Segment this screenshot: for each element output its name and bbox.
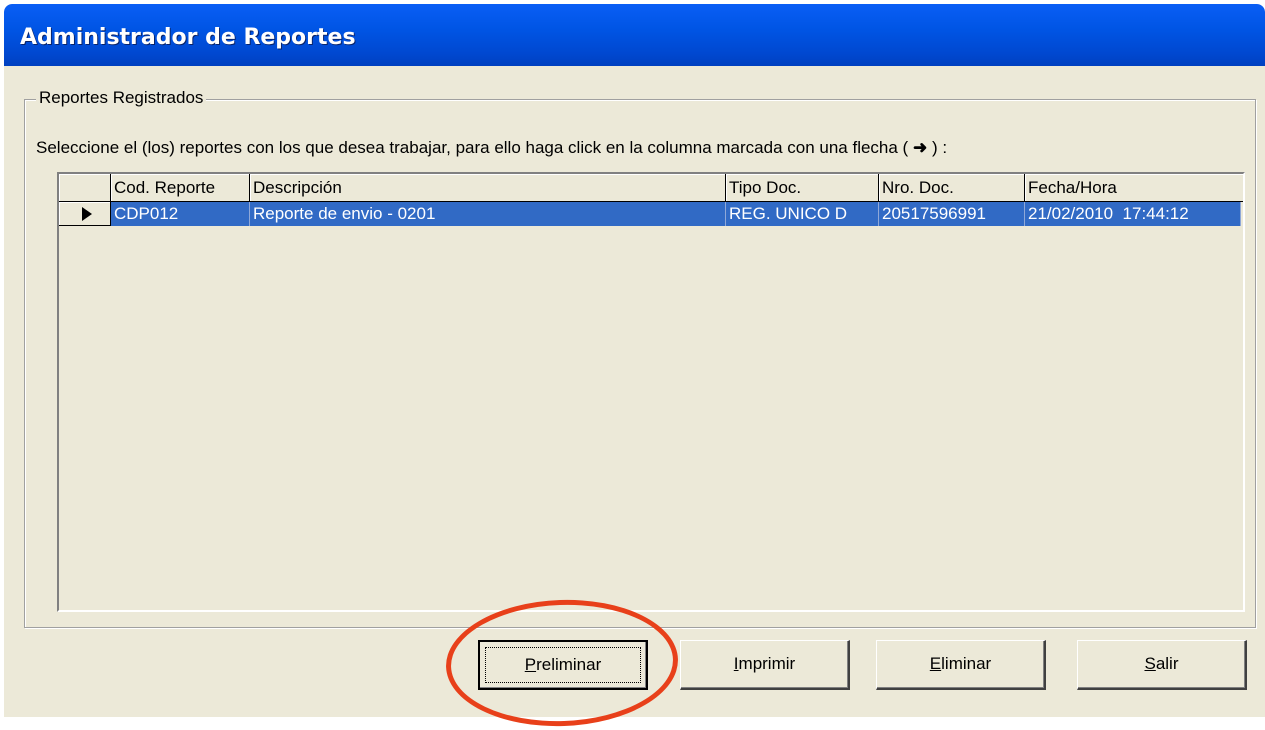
reports-grid[interactable]: Cod. Reporte Descripción Tipo Doc. Nro. … — [57, 172, 1245, 612]
grid-header-code[interactable]: Cod. Reporte — [111, 174, 250, 202]
imprimir-button[interactable]: Imprimir — [680, 640, 850, 690]
table-row[interactable]: CDP012 Reporte de envio - 0201 REG. UNIC… — [59, 202, 1241, 226]
cell-datetime[interactable]: 21/02/2010 17:44:12 — [1025, 202, 1241, 226]
salir-accelerator: S — [1144, 654, 1156, 673]
grid-header-doc-type[interactable]: Tipo Doc. — [726, 174, 879, 202]
grid-header-description[interactable]: Descripción — [250, 174, 726, 202]
salir-button[interactable]: Salir — [1077, 640, 1247, 690]
report-manager-window: Administrador de Reportes Reportes Regis… — [4, 4, 1265, 717]
row-selector[interactable] — [59, 202, 111, 226]
instruction-end: ) : — [931, 138, 948, 157]
group-legend: Reportes Registrados — [36, 88, 207, 108]
salir-label: alir — [1155, 654, 1179, 673]
cell-doc-number[interactable]: 20517596991 — [879, 202, 1025, 226]
cell-doc-type[interactable]: REG. UNICO D — [726, 202, 879, 226]
cell-description[interactable]: Reporte de envio - 0201 — [250, 202, 726, 226]
grid-header-indicator — [59, 174, 111, 202]
grid-header-doc-number[interactable]: Nro. Doc. — [879, 174, 1025, 202]
cell-code[interactable]: CDP012 — [111, 202, 250, 226]
eliminar-button[interactable]: Eliminar — [876, 640, 1046, 690]
current-row-arrow-icon — [82, 207, 92, 221]
instruction-main: Seleccione el (los) reportes con los que… — [36, 138, 909, 157]
imprimir-label: mprimir — [738, 654, 796, 673]
grid-header-datetime[interactable]: Fecha/Hora — [1025, 174, 1243, 202]
eliminar-label: liminar — [941, 654, 992, 673]
title-bar[interactable]: Administrador de Reportes — [4, 4, 1265, 66]
window-title: Administrador de Reportes — [20, 25, 356, 50]
instruction-text: Seleccione el (los) reportes con los que… — [36, 138, 947, 158]
eliminar-accelerator: E — [929, 654, 942, 673]
arrow-icon: ➜ — [912, 138, 928, 157]
